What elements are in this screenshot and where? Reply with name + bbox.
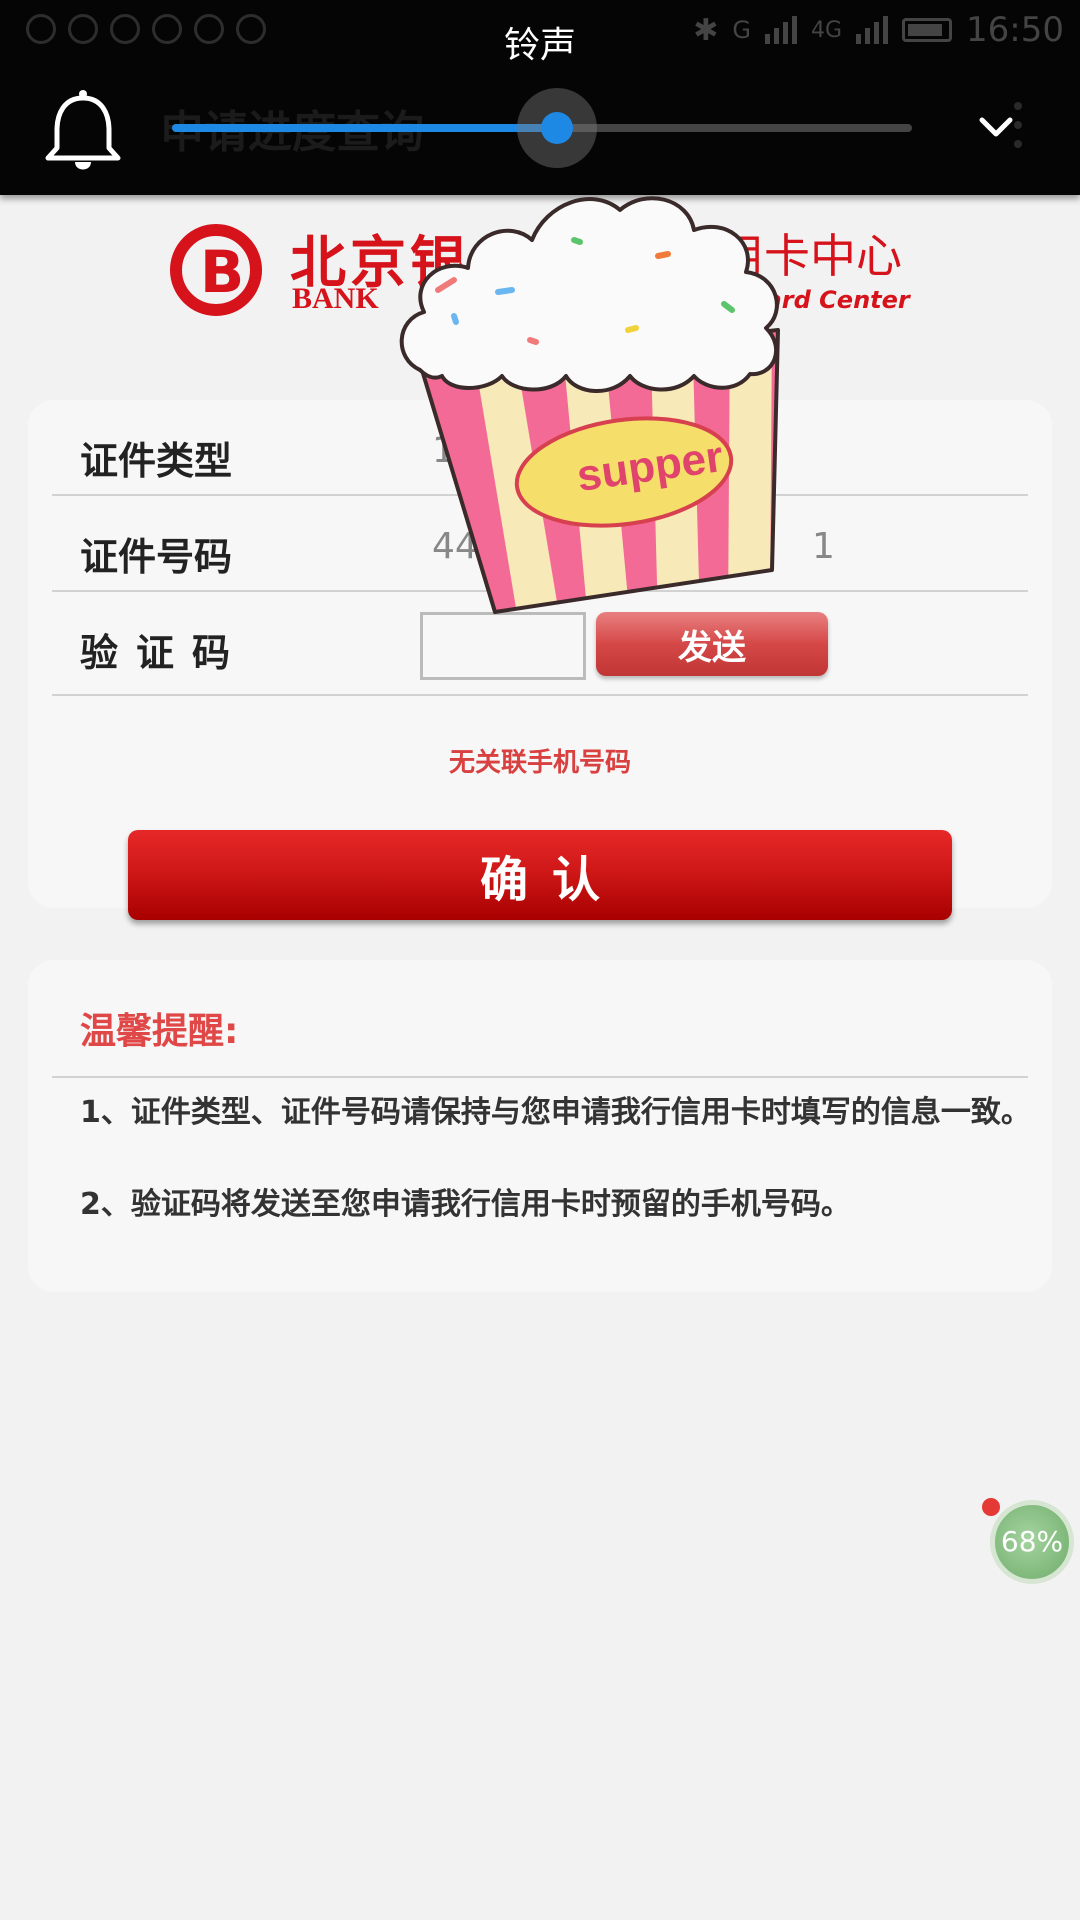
tips-title: 温馨提醒: (80, 1011, 239, 1052)
tip-item: 1、证件类型、证件号码请保持与您申请我行信用卡时填写的信息一致。 (80, 1095, 1031, 1130)
no-phone-message: 无关联手机号码 (448, 748, 631, 778)
verify-code-label: 验证码 (80, 631, 249, 675)
chevron-down-icon[interactable] (978, 114, 1014, 142)
popcorn-icon (399, 196, 780, 614)
confirm-button[interactable]: 确认 (128, 830, 952, 920)
tips-card: 温馨提醒: 1、证件类型、证件号码请保持与您申请我行信用卡时填写的信息一致。 2… (28, 960, 1052, 1292)
notification-dot (982, 1498, 1000, 1516)
bell-icon (45, 90, 121, 170)
carrier-signal-label: G (732, 16, 751, 44)
network-label: 4G (810, 17, 843, 43)
bluetooth-icon: ✱ (693, 12, 719, 48)
battery-icon (902, 18, 953, 42)
volume-slider-knob[interactable] (540, 112, 573, 144)
volume-slider-fill (172, 124, 557, 132)
tips-divider (52, 1076, 1028, 1078)
more-vert-icon[interactable] (1014, 100, 1022, 150)
memory-cleaner-ball[interactable]: 68% (990, 1500, 1074, 1584)
id-number-value-end[interactable]: 1 (812, 526, 835, 567)
popcorn-sticker[interactable]: supper (390, 180, 790, 620)
bank-logo-mark: B (170, 224, 262, 316)
memory-percent: 68% (1000, 1525, 1064, 1558)
clock: 16:50 (966, 10, 1064, 50)
signal-icon (856, 16, 889, 44)
bank-logo-name-en: BANK (292, 282, 379, 315)
volume-overlay: 铃声 ✱ G 4G 16:50 申请进度查询 (0, 0, 1080, 195)
verify-code-input[interactable] (420, 612, 586, 680)
id-type-label: 证件类型 (80, 439, 233, 483)
signal-icon (764, 16, 797, 44)
tip-item: 2、验证码将发送至您申请我行信用卡时预留的手机号码。 (80, 1187, 851, 1222)
send-code-button[interactable]: 发送 (596, 612, 828, 676)
status-bar-right: ✱ G 4G 16:50 (693, 10, 1064, 50)
id-number-label: 证件号码 (80, 535, 233, 579)
